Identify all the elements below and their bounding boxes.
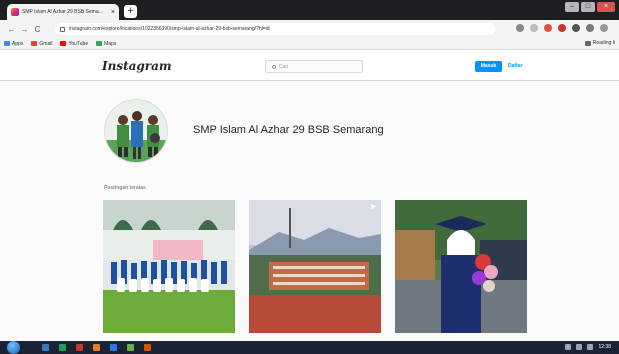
app-icon[interactable]	[144, 344, 151, 351]
address-bar[interactable]: instagram.com/explore/locations/10223563…	[55, 23, 495, 35]
taskbar-apps	[42, 344, 151, 351]
signup-link[interactable]: Daftar	[508, 61, 522, 72]
back-button[interactable]: ←	[6, 25, 17, 34]
post-thumbnail[interactable]	[103, 200, 235, 333]
minimize-button[interactable]: –	[565, 2, 579, 12]
volume-icon[interactable]	[587, 344, 594, 350]
post-photo-group	[103, 200, 235, 333]
reading-list[interactable]: Reading li	[584, 40, 615, 46]
search-input[interactable]: Cari	[265, 60, 363, 73]
bookmark-gmail[interactable]: Gmail	[31, 41, 52, 47]
youtube-icon	[60, 41, 67, 46]
powerpoint-icon[interactable]	[76, 344, 83, 351]
word-icon[interactable]	[110, 344, 117, 351]
reading-list-icon	[584, 40, 591, 46]
key-icon[interactable]	[516, 24, 524, 32]
instagram-logo[interactable]: Instagram	[102, 59, 172, 73]
login-button[interactable]: Masuk	[475, 61, 502, 72]
profile-icon[interactable]	[586, 24, 594, 32]
system-tray: 12:38	[565, 344, 611, 350]
avatar-photo	[105, 100, 167, 162]
url-text: instagram.com/explore/locations/10223563…	[69, 26, 270, 32]
location-avatar	[104, 99, 168, 163]
explorer-icon[interactable]	[42, 344, 49, 351]
bookmark-youtube[interactable]: YouTube	[60, 41, 88, 47]
media-icon[interactable]	[93, 344, 100, 351]
new-tab-button[interactable]: +	[124, 5, 137, 18]
bookmark-maps[interactable]: Maps	[96, 41, 116, 47]
opera-extension-icon[interactable]	[544, 24, 552, 32]
post-photo-building	[249, 200, 381, 333]
apps-grid-icon	[4, 41, 10, 46]
browser-titlebar: SMP Islam Al Azhar 29 BSB Sema... × + – …	[0, 0, 619, 20]
tab-close-icon[interactable]: ×	[111, 9, 115, 16]
menu-dots-icon[interactable]	[600, 24, 608, 32]
start-button[interactable]	[7, 341, 20, 354]
instagram-header: Instagram Cari Masuk Daftar	[0, 51, 619, 81]
multiple-posts-icon	[371, 203, 377, 210]
location-name: SMP Islam Al Azhar 29 BSB Semarang	[193, 124, 384, 136]
post-thumbnail[interactable]	[249, 200, 381, 333]
instagram-favicon-icon	[11, 8, 19, 16]
instagram-page: Instagram Cari Masuk Daftar SMP Islam Al…	[0, 51, 619, 341]
lock-icon[interactable]	[60, 26, 65, 32]
lastpass-extension-icon[interactable]	[558, 24, 566, 32]
browser-tab[interactable]: SMP Islam Al Azhar 29 BSB Sema... ×	[7, 4, 119, 20]
search-placeholder: Cari	[279, 63, 289, 70]
reload-button[interactable]: C	[32, 25, 43, 34]
network-icon[interactable]	[565, 344, 572, 350]
top-posts-title: Postingan teratas	[104, 185, 146, 191]
bookmark-apps[interactable]: Apps	[4, 41, 23, 47]
clock[interactable]: 12:38	[598, 344, 611, 350]
maps-icon	[96, 41, 103, 46]
maximize-button[interactable]: □	[581, 2, 595, 12]
bookmarks-bar: Apps Gmail YouTube Maps Reading li	[0, 38, 619, 50]
flag-icon[interactable]	[576, 344, 583, 350]
windows-taskbar: 12:38	[0, 341, 619, 354]
browser-toolbar: ← → C instagram.com/explore/locations/10…	[0, 20, 619, 38]
search-icon	[272, 64, 276, 69]
close-window-button[interactable]: ×	[597, 2, 615, 12]
excel-icon[interactable]	[59, 344, 66, 351]
puzzle-icon[interactable]	[572, 24, 580, 32]
chrome-icon[interactable]	[127, 344, 134, 351]
post-thumbnail[interactable]	[395, 200, 527, 333]
extension-icons	[516, 24, 608, 32]
forward-button[interactable]: →	[19, 25, 30, 34]
star-icon[interactable]	[530, 24, 538, 32]
window-controls: – □ ×	[565, 2, 615, 12]
post-photo-graduate	[395, 200, 527, 333]
tab-title: SMP Islam Al Azhar 29 BSB Sema...	[22, 9, 103, 15]
gmail-icon	[31, 41, 38, 46]
